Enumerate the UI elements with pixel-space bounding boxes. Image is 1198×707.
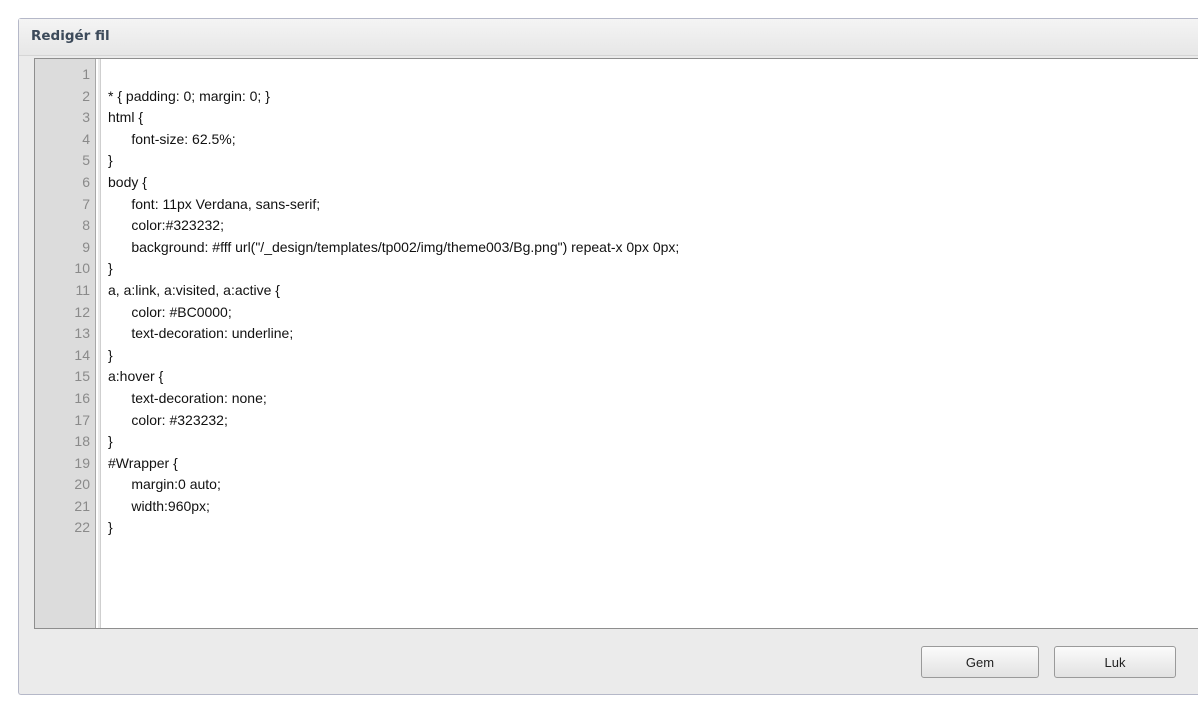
line-text[interactable]: } <box>108 431 113 453</box>
code-line[interactable]: 15 a:hover { <box>35 366 1198 388</box>
line-number: 9 <box>82 238 90 255</box>
line-number: 7 <box>82 195 90 212</box>
line-text[interactable]: text-decoration: none; <box>108 388 266 410</box>
code-line[interactable]: 3 html { <box>35 107 1198 129</box>
line-text[interactable]: * { padding: 0; margin: 0; } <box>108 86 270 108</box>
code-editor[interactable]: 1 2 * { padding: 0; margin: 0; } 3 html {4 f… <box>34 58 1198 629</box>
line-text[interactable]: color: #323232; <box>108 410 228 432</box>
line-number: 19 <box>74 454 90 471</box>
code-line[interactable]: 22} <box>35 517 1198 539</box>
code-line[interactable]: 2 * { padding: 0; margin: 0; } <box>35 86 1198 108</box>
edit-file-dialog: Redigér fil 1 2 * { padding: 0; margin: 0;… <box>18 18 1198 695</box>
line-number: 12 <box>74 303 90 320</box>
close-button[interactable]: Luk <box>1054 646 1176 678</box>
code-line[interactable]: 16 text-decoration: none; <box>35 388 1198 410</box>
line-number: 15 <box>74 368 90 385</box>
line-text[interactable]: color:#323232; <box>108 215 224 237</box>
code-line[interactable]: 21 width:960px; <box>35 496 1198 518</box>
line-text[interactable]: font-size: 62.5%; <box>108 129 235 151</box>
line-text[interactable]: a:hover { <box>108 366 163 388</box>
line-text[interactable]: body { <box>108 172 147 194</box>
line-number: 2 <box>82 87 90 104</box>
code-line[interactable]: 17 color: #323232; <box>35 410 1198 432</box>
line-text[interactable]: color: #BC0000; <box>108 302 231 324</box>
line-number: 18 <box>74 433 90 450</box>
line-number: 1 <box>82 66 90 82</box>
code-line[interactable]: 11 a, a:link, a:visited, a:active { <box>35 280 1198 302</box>
code-line[interactable]: 12 color: #BC0000; <box>35 302 1198 324</box>
code-line[interactable]: 6 body { <box>35 172 1198 194</box>
save-button[interactable]: Gem <box>921 646 1039 678</box>
line-number: 13 <box>74 325 90 342</box>
code-line[interactable]: 1 <box>35 64 1198 86</box>
line-number: 4 <box>82 130 90 147</box>
code-line[interactable]: 10} <box>35 258 1198 280</box>
line-text[interactable]: font: 11px Verdana, sans-serif; <box>108 194 320 216</box>
code-line[interactable]: 18} <box>35 431 1198 453</box>
line-text[interactable]: a, a:link, a:visited, a:active { <box>108 280 280 302</box>
line-text[interactable]: text-decoration: underline; <box>108 323 293 345</box>
line-text[interactable]: } <box>108 517 113 539</box>
code-line[interactable]: 14} <box>35 345 1198 367</box>
dialog-title: Redigér fil <box>31 28 110 44</box>
line-number: 8 <box>82 217 90 234</box>
code-line[interactable]: 8 color:#323232; <box>35 215 1198 237</box>
code-line[interactable]: 7 font: 11px Verdana, sans-serif; <box>35 194 1198 216</box>
code-line[interactable]: 13 text-decoration: underline; <box>35 323 1198 345</box>
line-text[interactable]: } <box>108 150 113 172</box>
line-text[interactable]: } <box>108 258 113 280</box>
line-number: 20 <box>74 476 90 493</box>
line-number: 21 <box>74 497 90 514</box>
dialog-titlebar: Redigér fil <box>19 19 1198 56</box>
line-text[interactable]: width:960px; <box>108 496 210 518</box>
code-line[interactable]: 20 margin:0 auto; <box>35 474 1198 496</box>
code-line[interactable]: 5} <box>35 150 1198 172</box>
code-line[interactable]: 19 #Wrapper { <box>35 453 1198 475</box>
line-number: 10 <box>74 260 90 277</box>
line-number: 5 <box>82 152 90 169</box>
line-number: 22 <box>74 519 90 536</box>
line-number: 14 <box>74 346 90 363</box>
line-number: 11 <box>75 281 90 298</box>
line-text[interactable]: margin:0 auto; <box>108 474 221 496</box>
line-text[interactable]: background: #fff url("/_design/templates… <box>108 237 679 259</box>
code-line[interactable]: 4 font-size: 62.5%; <box>35 129 1198 151</box>
line-number: 17 <box>74 411 90 428</box>
code-lines[interactable]: 1 2 * { padding: 0; margin: 0; } 3 html {4 f… <box>35 64 1198 539</box>
line-number: 6 <box>82 173 90 190</box>
line-text[interactable]: } <box>108 345 113 367</box>
line-number: 3 <box>82 109 90 126</box>
code-line[interactable]: 9 background: #fff url("/_design/templat… <box>35 237 1198 259</box>
line-number: 16 <box>74 389 90 406</box>
line-text[interactable]: html { <box>108 107 143 129</box>
line-text[interactable]: #Wrapper { <box>108 453 178 475</box>
